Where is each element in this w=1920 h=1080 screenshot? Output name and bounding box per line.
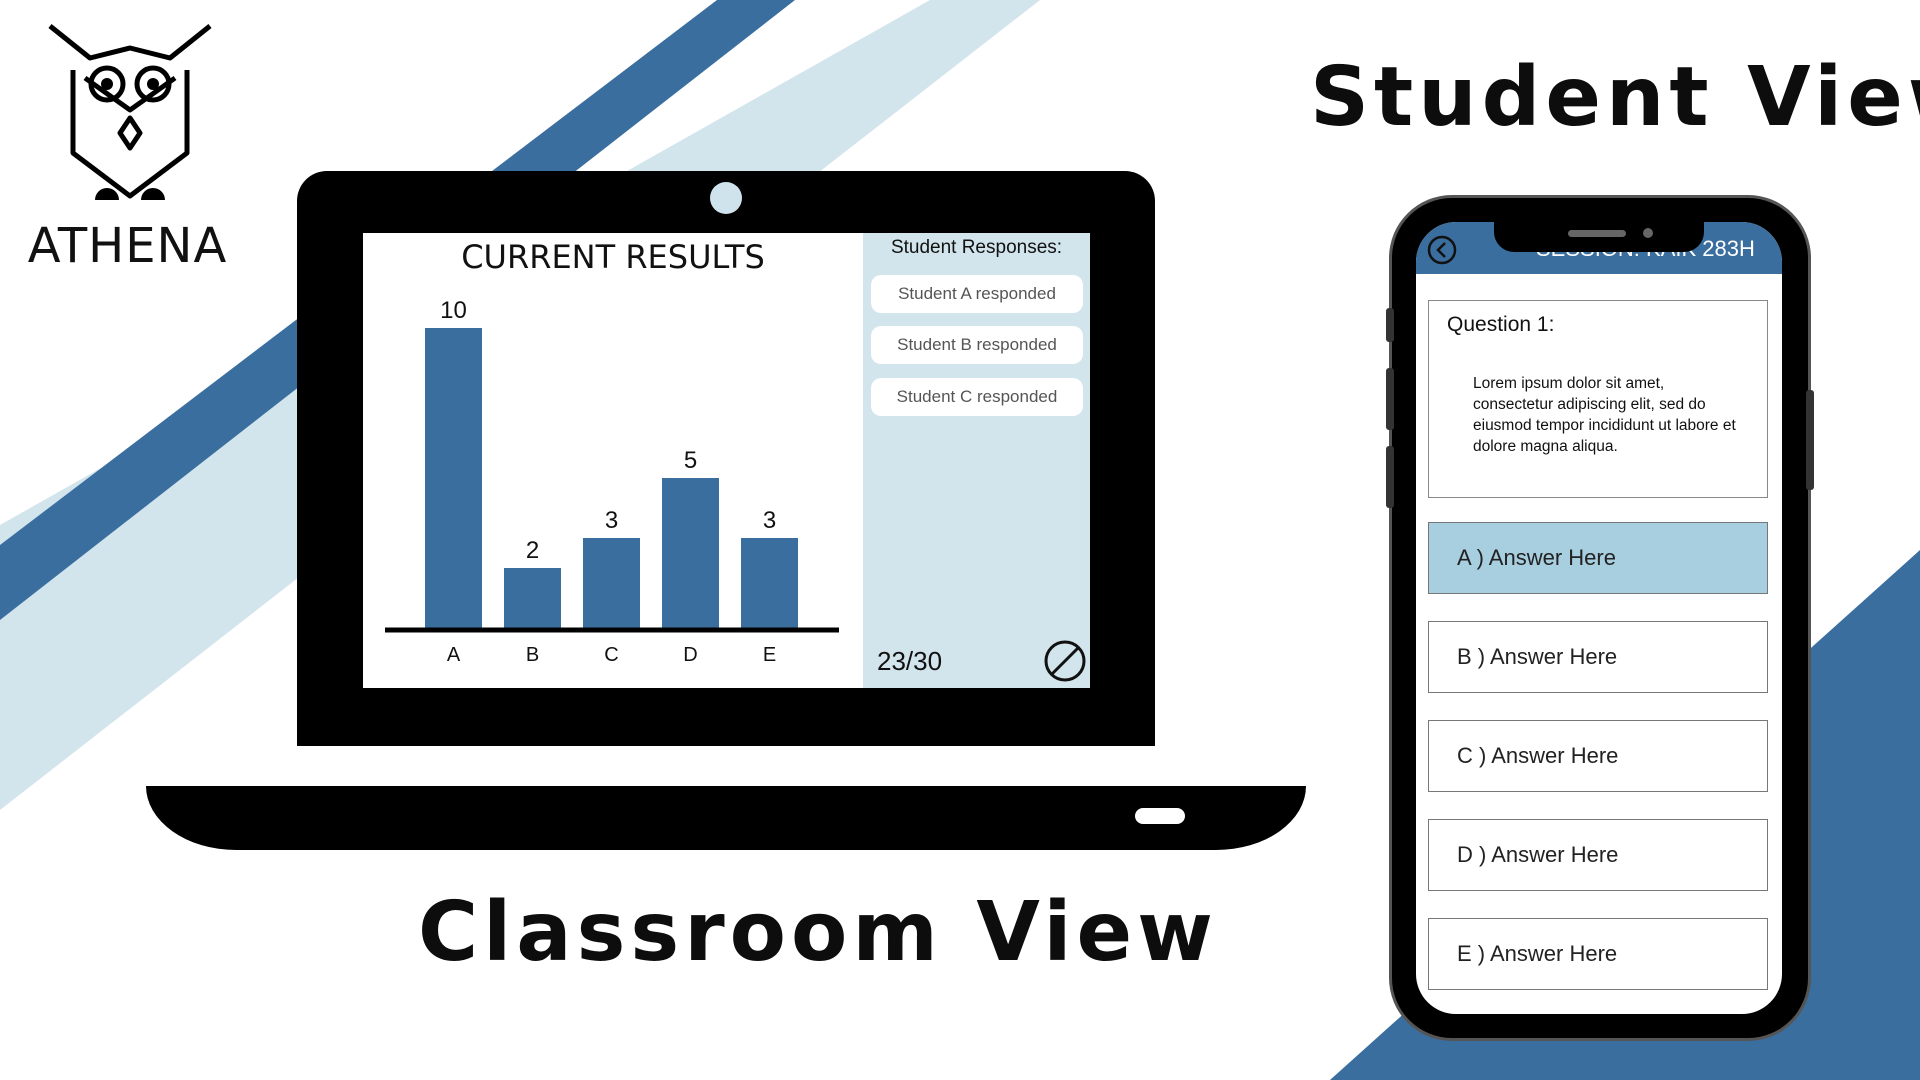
responses-title: Student Responses: xyxy=(890,237,1063,258)
phone-notch xyxy=(1494,222,1704,252)
student-view-heading: Student View xyxy=(1310,50,1920,145)
bar-value-label: 3 xyxy=(763,507,776,534)
classroom-screen: CURRENT RESULTS 10 A 2 B 3 C 5 D 3 E Student Resp… xyxy=(363,233,1090,688)
front-camera-icon xyxy=(1643,228,1653,238)
phone-side-button xyxy=(1386,446,1394,508)
question-card: Question 1: Lorem ipsum dolor sit amet, … xyxy=(1428,300,1768,498)
bar-a xyxy=(425,328,482,628)
phone-power-button xyxy=(1806,390,1814,490)
owl-icon xyxy=(48,24,212,200)
classroom-view-heading: Classroom View xyxy=(418,885,1218,980)
bar-c xyxy=(583,538,640,628)
x-tick-label: A xyxy=(447,644,461,666)
answer-option-b[interactable]: B ) Answer Here xyxy=(1428,621,1768,693)
x-tick-label: B xyxy=(526,644,539,666)
brand-name: ATHENA xyxy=(27,218,228,274)
student-screen: SESSION: KAIK 283H Question 1: Lorem ips… xyxy=(1416,222,1782,1014)
x-tick-label: E xyxy=(763,644,776,666)
bar-value-label: 10 xyxy=(440,297,467,324)
response-item: Student A responded xyxy=(871,275,1083,313)
webcam-icon xyxy=(710,182,742,214)
laptop-slot xyxy=(1135,808,1185,824)
bar-e xyxy=(741,538,798,628)
bar-value-label: 2 xyxy=(526,537,539,564)
back-icon[interactable] xyxy=(1426,234,1458,266)
question-text: Lorem ipsum dolor sit amet, consectetur … xyxy=(1473,375,1736,455)
athena-logo: ATHENA xyxy=(15,18,240,283)
response-item: Student C responded xyxy=(871,378,1083,416)
response-count: 23/30 xyxy=(877,646,943,676)
speaker-icon xyxy=(1568,230,1626,237)
responses-panel: Student Responses: Student A responded S… xyxy=(863,233,1090,688)
x-tick-label: D xyxy=(683,644,697,666)
answer-option-a[interactable]: A ) Answer Here xyxy=(1428,522,1768,594)
answer-option-d[interactable]: D ) Answer Here xyxy=(1428,819,1768,891)
answer-option-c[interactable]: C ) Answer Here xyxy=(1428,720,1768,792)
bar-value-label: 5 xyxy=(684,447,697,474)
bar-b xyxy=(504,568,561,628)
laptop-base xyxy=(146,786,1306,850)
stop-icon[interactable] xyxy=(1043,639,1087,683)
x-tick-label: C xyxy=(604,644,618,666)
results-bar-chart: 10 A 2 B 3 C 5 D 3 E xyxy=(385,297,839,666)
bar-d xyxy=(662,478,719,628)
phone-side-button xyxy=(1386,308,1394,342)
response-item: Student B responded xyxy=(871,326,1083,364)
bar-value-label: 3 xyxy=(605,507,618,534)
answer-option-e[interactable]: E ) Answer Here xyxy=(1428,918,1768,990)
phone-side-button xyxy=(1386,368,1394,430)
question-label: Question 1: xyxy=(1447,313,1555,336)
